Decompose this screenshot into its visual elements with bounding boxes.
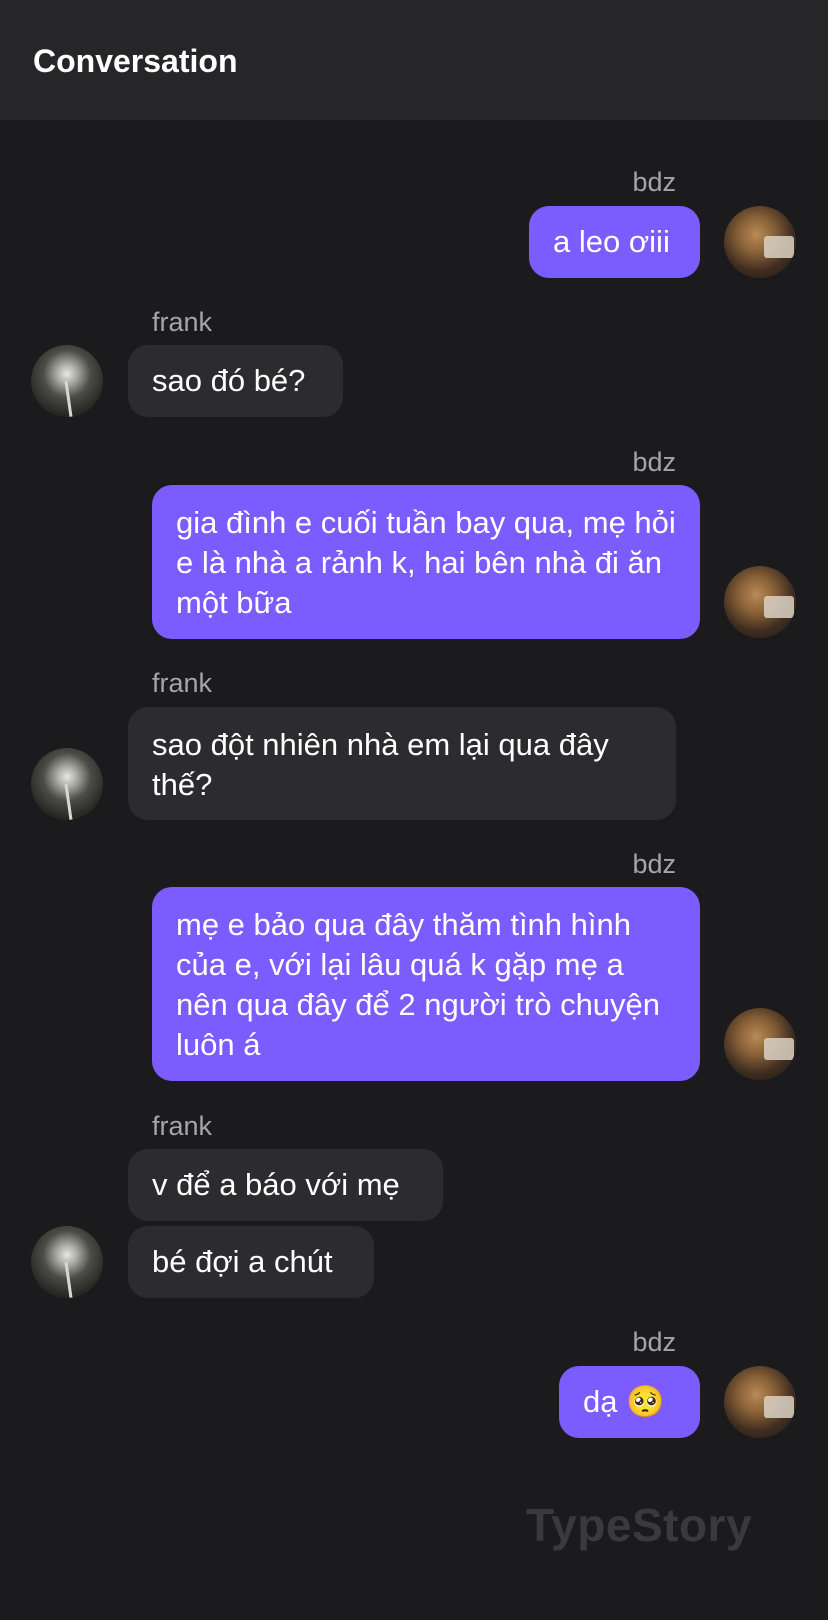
message-bubble-sent[interactable]: mẹ e bảo qua đây thăm tình hình của e, v… xyxy=(152,887,700,1081)
header-bar: Conversation xyxy=(0,0,828,120)
page-title: Conversation xyxy=(33,43,238,79)
message-text: sao đột nhiên nhà em lại qua đây thế? xyxy=(152,727,609,802)
avatar-frank[interactable] xyxy=(31,345,103,417)
sender-name: frank xyxy=(152,668,213,698)
avatar-bdz[interactable] xyxy=(724,206,796,278)
message-text: bé đợi a chút xyxy=(152,1244,333,1279)
sender-name: bdz xyxy=(632,1327,676,1357)
avatar-bdz[interactable] xyxy=(724,566,796,638)
message-text: mẹ e bảo qua đây thăm tình hình của e, v… xyxy=(176,907,661,1062)
message-bubble-received[interactable]: sao đột nhiên nhà em lại qua đây thế? xyxy=(128,707,676,820)
avatar-bdz[interactable] xyxy=(724,1366,796,1438)
message-bubble-received[interactable]: v để a báo với mẹ xyxy=(128,1149,443,1221)
message-text: dạ 🥺 xyxy=(583,1384,665,1419)
message-bubble-received[interactable]: sao đó bé? xyxy=(128,345,343,417)
sender-name: frank xyxy=(152,1111,213,1141)
message-text: v để a báo với mẹ xyxy=(152,1167,400,1202)
watermark-logo: TypeStory xyxy=(526,1499,753,1551)
message-bubble-sent[interactable]: gia đình e cuối tuần bay qua, mẹ hỏi e l… xyxy=(152,485,700,639)
avatar-frank[interactable] xyxy=(31,1226,103,1298)
avatar-frank[interactable] xyxy=(31,748,103,820)
message-text: gia đình e cuối tuần bay qua, mẹ hỏi e l… xyxy=(176,505,676,620)
message-bubble-received[interactable]: bé đợi a chút xyxy=(128,1226,374,1298)
message-text: a leo ơiii xyxy=(553,224,670,259)
sender-name: bdz xyxy=(632,447,676,477)
sender-name: bdz xyxy=(632,849,676,879)
message-bubble-sent[interactable]: dạ 🥺 xyxy=(559,1366,700,1438)
message-bubble-sent[interactable]: a leo ơiii xyxy=(529,206,700,278)
avatar-bdz[interactable] xyxy=(724,1008,796,1080)
sender-name: frank xyxy=(152,307,213,337)
sender-name: bdz xyxy=(632,167,676,197)
message-text: sao đó bé? xyxy=(152,363,306,398)
